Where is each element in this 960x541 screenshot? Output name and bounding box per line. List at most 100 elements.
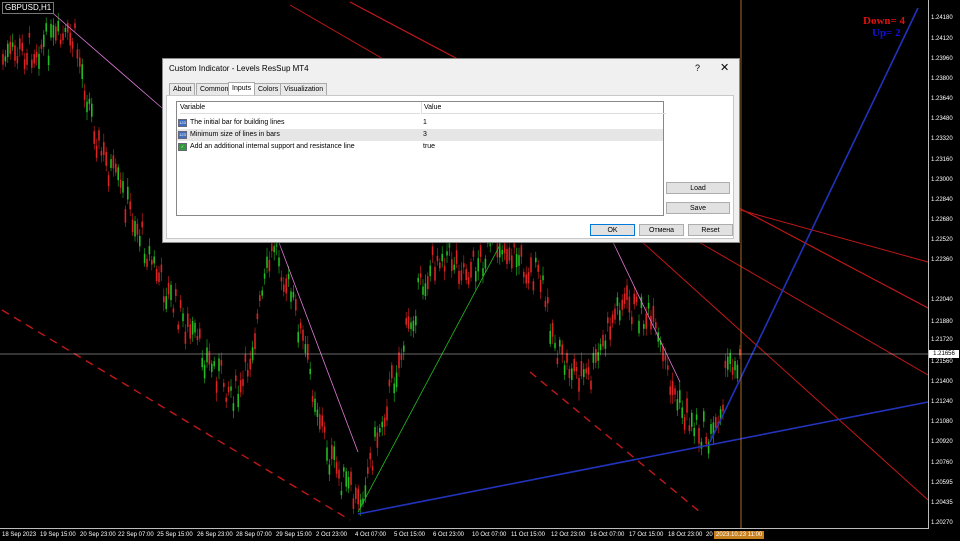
candle-body [299, 322, 302, 329]
save-button[interactable]: Save [666, 202, 730, 214]
candle-body [676, 399, 679, 411]
price-axis-label: 1.20270 [931, 520, 953, 526]
table-row[interactable]: 123 The initial bar for building lines 1 [177, 117, 663, 129]
candle-body [645, 313, 647, 329]
tab-common[interactable]: Common [196, 83, 233, 95]
cancel-button[interactable]: Отмена [639, 224, 684, 236]
candle-body [707, 442, 710, 454]
tab-about[interactable]: About [169, 83, 196, 95]
candle-body [554, 342, 556, 349]
candle-body [407, 316, 410, 329]
candle-body [297, 331, 299, 343]
time-axis-label: 26 Sep 23:00 [197, 532, 233, 538]
load-button[interactable]: Load [666, 182, 730, 194]
candle-body [196, 336, 199, 341]
candle-body [347, 477, 350, 489]
tab-colors[interactable]: Colors [254, 83, 283, 95]
candle-body [705, 436, 707, 444]
price-axis-label: 1.22520 [931, 237, 953, 243]
candle-body [95, 145, 98, 158]
time-axis-label: 6 Oct 23:00 [433, 532, 465, 538]
candle-body [146, 258, 148, 267]
variable-value[interactable]: 1 [423, 117, 427, 129]
candle-body [57, 20, 59, 32]
price-axis-label: 1.23800 [931, 76, 953, 82]
candle-body [715, 417, 717, 429]
candle-body [710, 424, 712, 434]
candle-body [623, 293, 626, 304]
time-axis-label: 11 Oct 15:00 [511, 532, 545, 538]
candle-body [729, 352, 731, 365]
table-row[interactable]: ✓ Add an additional internal support and… [177, 141, 663, 153]
candle-body [652, 305, 655, 322]
time-axis-label: 10 Oct 07:00 [472, 532, 507, 538]
candle-body [369, 452, 371, 460]
candle-body [422, 286, 424, 295]
candle-body [386, 406, 388, 421]
price-axis-label: 1.20920 [931, 439, 953, 445]
candle-body [379, 427, 381, 433]
candle-body [566, 352, 568, 363]
candle-body [547, 297, 549, 304]
candle-body [549, 330, 551, 344]
candle-body [727, 356, 729, 370]
column-header-value[interactable]: Value [421, 102, 666, 114]
candle-body [525, 274, 527, 284]
candle-body [388, 379, 391, 387]
reset-button[interactable]: Reset [688, 224, 733, 236]
tab-visualization[interactable]: Visualization [280, 83, 328, 95]
candle-body [321, 415, 323, 427]
candle-body [220, 360, 223, 366]
candle-body [64, 27, 67, 32]
candle-body [331, 445, 333, 460]
candle-body [405, 318, 407, 325]
candle-body [367, 467, 369, 474]
help-icon[interactable]: ? [695, 63, 700, 73]
candle-body [139, 235, 141, 247]
candle-body [391, 365, 393, 379]
candle-body [143, 253, 146, 264]
inputs-grid: Variable Value 123 The initial bar for b… [176, 101, 666, 216]
candle-body [467, 277, 470, 285]
candle-body [429, 265, 431, 277]
time-axis-label: 5 Oct 15:00 [394, 532, 426, 538]
candle-body [304, 344, 307, 353]
table-row[interactable]: 123 Minimum size of lines in bars 3 [177, 129, 663, 141]
ok-button[interactable]: OK [590, 224, 635, 236]
candle-body [731, 367, 734, 375]
candle-body [477, 258, 479, 272]
variable-value[interactable]: 3 [423, 129, 427, 141]
variable-name: Minimum size of lines in bars [190, 131, 280, 138]
price-axis-label: 1.21400 [931, 379, 953, 385]
candle-body [211, 363, 213, 372]
custom-indicator-dialog[interactable]: Custom Indicator - Levels ResSup MT4 ? ✕… [162, 58, 740, 243]
candle-body [357, 488, 359, 505]
candle-body [206, 347, 208, 363]
candle-body [506, 248, 508, 264]
candle-body [465, 269, 467, 281]
price-axis-label: 1.21240 [931, 399, 953, 405]
tab-inputs[interactable]: Inputs [228, 82, 256, 95]
candle-body [2, 53, 4, 65]
candle-body [626, 285, 628, 300]
candle-body [191, 321, 194, 335]
price-axis-label: 1.21880 [931, 319, 953, 325]
support-line [357, 401, 929, 515]
candle-body [52, 25, 55, 38]
candle-body [110, 159, 112, 168]
candle-body [218, 358, 220, 372]
candle-body [182, 313, 184, 322]
candle-body [679, 390, 681, 403]
candle-body [607, 317, 609, 324]
candle-body [638, 320, 640, 334]
candle-body [83, 90, 86, 100]
candle-body [691, 412, 693, 427]
time-axis-label: 20 Sep 23:00 [80, 532, 116, 538]
candle-body [4, 56, 7, 62]
candle-body [151, 259, 153, 265]
close-icon[interactable]: ✕ [720, 61, 729, 74]
variable-value[interactable]: true [423, 141, 435, 153]
candle-body [611, 314, 614, 323]
column-header-variable[interactable]: Variable [180, 102, 420, 114]
chart-window[interactable]: GBPUSD,H1 Down= 4 Up= 2 1.24180 1.24120 1.… [0, 0, 960, 541]
